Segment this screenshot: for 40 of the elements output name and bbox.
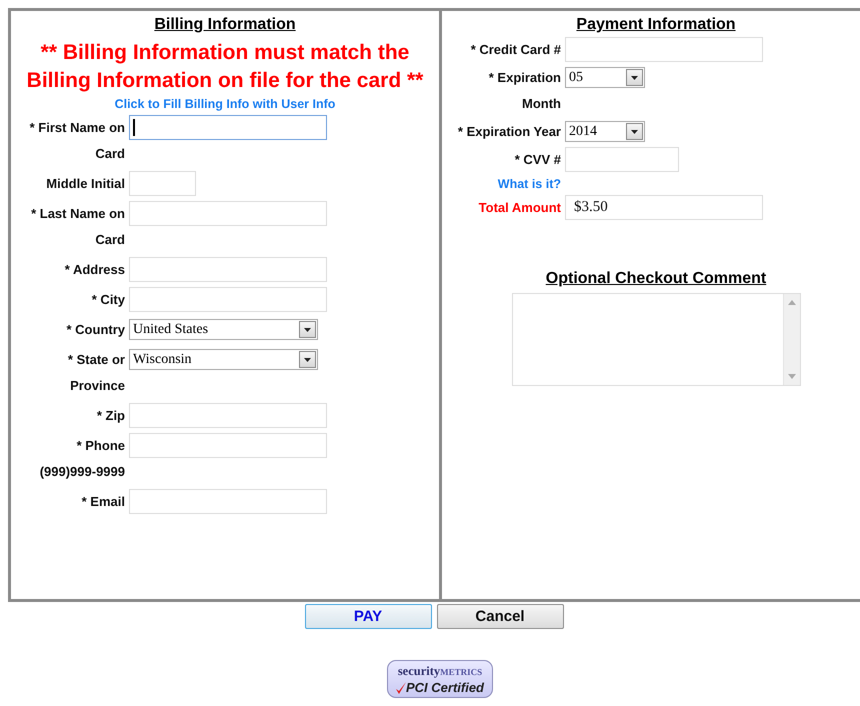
dropdown-arrow-icon (631, 130, 638, 134)
section-title: Optional Checkout Comment (546, 269, 766, 289)
field-label: * City (92, 291, 125, 309)
field-label: * Expiration Year (458, 123, 561, 141)
dropdown[interactable]: 2014 (565, 121, 645, 142)
scrollbar[interactable] (782, 294, 800, 385)
field-label: * Country (66, 321, 125, 339)
field-label: * State or Province (66, 351, 125, 395)
field-label: * CVV # (514, 151, 561, 169)
pay-button[interactable]: PAY (304, 604, 432, 629)
section-title: Payment Information (576, 15, 736, 35)
amount-field[interactable]: $3.50 (565, 195, 763, 220)
cancel-button[interactable]: Cancel (436, 604, 564, 629)
field-label: * Phone (999)999-9999 (38, 437, 125, 481)
dropdown-arrow-icon (304, 328, 311, 332)
field-label: * Address (64, 261, 125, 279)
badge-label: PCI Certified (406, 680, 484, 696)
scroll-down-icon[interactable] (788, 374, 796, 379)
field-label: * Expiration Month (488, 69, 561, 113)
checkmark-icon (396, 682, 406, 694)
fill-info-link[interactable]: Click to Fill Billing Info with User Info (114, 95, 336, 113)
field-label: Middle Initial (46, 175, 125, 193)
field-label: * Email (82, 493, 125, 511)
warning-text: ** Billing Information must match the Billing Information on file for the card ** (26, 40, 424, 94)
comment-field[interactable] (512, 293, 800, 386)
dropdown[interactable]: 05 (565, 67, 645, 88)
dropdown[interactable]: United States (129, 319, 318, 340)
field-label: * Last Name on Card (30, 205, 125, 249)
help-link[interactable]: What is it? (498, 175, 561, 193)
section-title: Billing Information (154, 15, 296, 35)
dropdown[interactable]: Wisconsin (129, 349, 318, 370)
field-label: * Zip (96, 407, 125, 425)
field-label: * Credit Card # (470, 41, 561, 59)
dropdown-arrow-icon (304, 358, 311, 362)
field-label: Total Amount (478, 199, 561, 217)
scroll-up-icon[interactable] (788, 300, 796, 305)
badge-brand: securityMETRICS (398, 663, 482, 680)
field-label: * First Name on Card (28, 119, 125, 163)
dropdown-arrow-icon (631, 76, 638, 80)
input-field[interactable] (129, 115, 327, 140)
